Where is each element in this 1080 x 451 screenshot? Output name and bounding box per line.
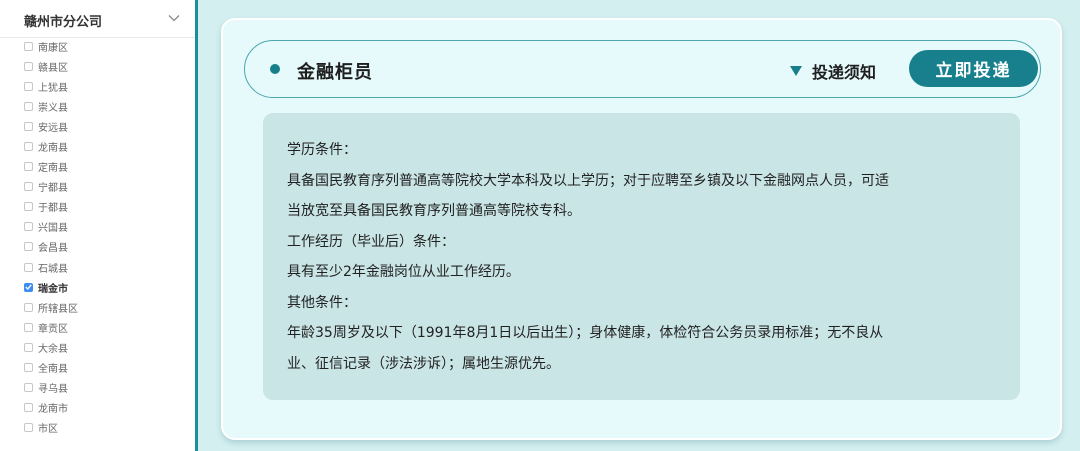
notice-toggle[interactable]: 投递须知 bbox=[812, 59, 876, 83]
sidebar-title: 赣州市分公司 bbox=[24, 15, 103, 30]
district-label: 大余县 bbox=[38, 343, 68, 355]
district-item[interactable]: 所辖县区 bbox=[0, 297, 195, 317]
checkbox[interactable] bbox=[24, 81, 33, 91]
requirement-text: 具有至少2年金融岗位从业工作经历。 bbox=[287, 264, 520, 280]
district-item[interactable]: 安远县 bbox=[0, 116, 195, 136]
district-item[interactable]: 会昌县 bbox=[0, 237, 195, 257]
district-label: 所辖县区 bbox=[38, 303, 78, 315]
apply-button[interactable]: 立即投递 bbox=[909, 50, 1038, 87]
checkbox[interactable] bbox=[24, 162, 33, 172]
district-item[interactable]: 龙南县 bbox=[0, 136, 195, 156]
district-label: 兴国县 bbox=[38, 223, 68, 235]
district-label: 宁都县 bbox=[38, 183, 68, 195]
requirement-heading: 学历条件： bbox=[287, 142, 357, 158]
district-item[interactable]: 于都县 bbox=[0, 197, 195, 217]
district-item[interactable]: 全南县 bbox=[0, 358, 195, 378]
district-label: 定南县 bbox=[38, 163, 68, 175]
checkbox[interactable] bbox=[24, 342, 33, 352]
district-label: 安远县 bbox=[38, 122, 68, 134]
checkbox[interactable] bbox=[24, 61, 33, 71]
checkbox[interactable] bbox=[24, 101, 33, 111]
job-title: 金融柜员 bbox=[297, 62, 373, 83]
district-item[interactable]: 崇义县 bbox=[0, 96, 195, 116]
requirement-text: 年龄35周岁及以下（1991年8月1日以后出生）；身体健康，体检符合公务员录用标… bbox=[287, 325, 884, 341]
district-label: 市区 bbox=[38, 424, 58, 436]
checkbox[interactable] bbox=[24, 41, 33, 51]
job-card: 金融柜员 投递须知 立即投递 学历条件： 具备国民教育序列普通高等院校大学本科及… bbox=[221, 18, 1062, 440]
district-label: 会昌县 bbox=[38, 243, 68, 255]
checkbox[interactable] bbox=[24, 403, 33, 413]
district-label: 章贡区 bbox=[38, 323, 68, 335]
district-label: 石城县 bbox=[38, 263, 68, 275]
district-item[interactable]: 赣县区 bbox=[0, 56, 195, 76]
requirement-heading: 工作经历（毕业后）条件： bbox=[287, 233, 455, 250]
district-item[interactable]: 瑞金市 bbox=[0, 277, 195, 297]
requirement-text: 当放宽至具备国民教育序列普通高等院校专科。 bbox=[287, 203, 581, 219]
district-item[interactable]: 石城县 bbox=[0, 257, 195, 277]
district-label: 赣县区 bbox=[38, 62, 68, 74]
chevron-down-icon[interactable] bbox=[167, 11, 181, 25]
checkbox[interactable] bbox=[24, 202, 33, 212]
district-item[interactable]: 上犹县 bbox=[0, 76, 195, 96]
district-item[interactable]: 宁都县 bbox=[0, 177, 195, 197]
district-item[interactable]: 大余县 bbox=[0, 337, 195, 357]
district-item[interactable]: 章贡区 bbox=[0, 317, 195, 337]
checkbox[interactable] bbox=[24, 423, 33, 433]
job-header[interactable]: 金融柜员 投递须知 立即投递 bbox=[244, 40, 1041, 98]
district-label: 崇义县 bbox=[38, 102, 68, 114]
district-item[interactable]: 定南县 bbox=[0, 157, 195, 177]
district-label: 上犹县 bbox=[38, 82, 68, 94]
district-label: 全南县 bbox=[38, 364, 68, 376]
dot-icon bbox=[270, 64, 280, 74]
checkbox[interactable] bbox=[24, 363, 33, 373]
requirements-panel: 学历条件： 具备国民教育序列普通高等院校大学本科及以上学历；对于应聘至乡镇及以下… bbox=[263, 113, 1020, 400]
requirement-heading: 其他条件： bbox=[287, 294, 357, 311]
district-item[interactable]: 龙南市 bbox=[0, 398, 195, 418]
checkbox[interactable] bbox=[24, 282, 33, 292]
checkbox[interactable] bbox=[24, 242, 33, 252]
checkbox[interactable] bbox=[24, 302, 33, 312]
district-label: 龙南市 bbox=[38, 404, 68, 416]
district-item[interactable]: 兴国县 bbox=[0, 217, 195, 237]
checkbox[interactable] bbox=[24, 121, 33, 131]
checkbox[interactable] bbox=[24, 142, 33, 152]
sidebar-header[interactable]: 赣州市分公司 bbox=[0, 0, 195, 38]
checkbox[interactable] bbox=[24, 182, 33, 192]
checkbox[interactable] bbox=[24, 322, 33, 332]
requirement-text: 具备国民教育序列普通高等院校大学本科及以上学历；对于应聘至乡镇及以下金融网点人员… bbox=[287, 172, 889, 189]
district-item[interactable]: 寻乌县 bbox=[0, 378, 195, 398]
checkbox[interactable] bbox=[24, 222, 33, 232]
district-label: 寻乌县 bbox=[38, 384, 68, 396]
requirement-text: 业、征信记录（涉法涉诉）；属地生源优先。 bbox=[287, 355, 560, 372]
district-label: 龙南县 bbox=[38, 143, 68, 155]
checkbox[interactable] bbox=[24, 262, 33, 272]
district-list: 南康区 赣县区 上犹县 崇义县 安远县 龙南县 定南县 宁都县 于都县 兴国县 … bbox=[0, 36, 195, 438]
triangle-down-icon[interactable] bbox=[790, 66, 802, 76]
district-item[interactable]: 南康区 bbox=[0, 36, 195, 56]
district-label: 于都县 bbox=[38, 203, 68, 215]
district-label: 瑞金市 bbox=[38, 283, 68, 295]
district-label: 南康区 bbox=[38, 42, 68, 54]
district-item[interactable]: 市区 bbox=[0, 418, 195, 438]
checkbox[interactable] bbox=[24, 383, 33, 393]
sidebar: 赣州市分公司 南康区 赣县区 上犹县 崇义县 安远县 龙南县 定南县 宁都县 于… bbox=[0, 0, 198, 451]
